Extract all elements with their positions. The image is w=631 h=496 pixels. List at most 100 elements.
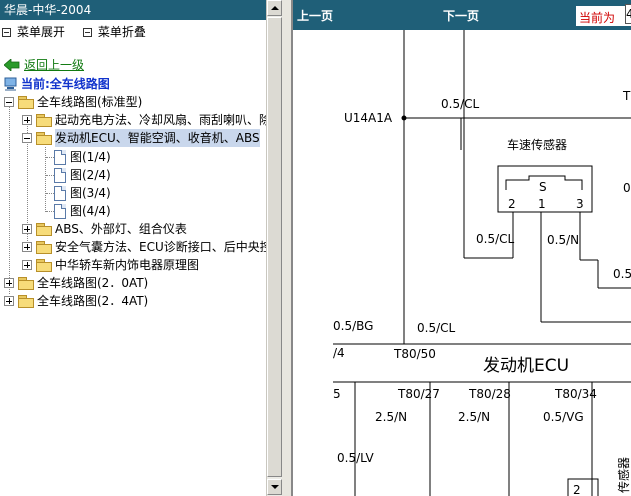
expand-toggle-icon[interactable]: [22, 224, 32, 234]
menu-toolbar: 菜单展开 菜单折叠: [2, 24, 160, 40]
folder-icon: [36, 259, 52, 272]
expand-toggle-icon[interactable]: [4, 278, 14, 288]
wire-label: 0.5/CL: [476, 232, 515, 246]
tree-leaf-label: 图(2/4): [70, 168, 111, 182]
tree-connector: [46, 211, 54, 212]
tree-leaf-page3[interactable]: 图(3/4): [54, 184, 111, 202]
back-link[interactable]: 返回上一级: [24, 57, 84, 73]
arrow-down-icon: [271, 485, 279, 489]
sensor-label: 传感器: [616, 457, 631, 493]
document-icon: [54, 167, 66, 183]
tree-node-20at[interactable]: 全车线路图(2．0AT): [4, 274, 148, 292]
tree-leaf-label: 图(3/4): [70, 186, 111, 200]
tree-leaf-label: 图(1/4): [70, 150, 111, 164]
folder-icon: [36, 241, 52, 254]
pin-label: 2: [508, 197, 516, 211]
folder-icon: [36, 223, 52, 236]
scroll-up-button[interactable]: [267, 0, 282, 16]
next-page-button[interactable]: 下一页: [443, 7, 479, 24]
folder-open-icon: [36, 132, 52, 145]
expand-toggle-icon[interactable]: [4, 296, 14, 306]
wire-label: T: [622, 89, 631, 103]
diagram-viewer: 上一页 下一页 当前为 4 U14A1A 0.5/CL 车速传感器 S 2 1 …: [293, 0, 631, 496]
tree-node-label: 全车线路图(2．0AT): [37, 276, 149, 290]
back-arrow-icon: [4, 59, 20, 71]
wire-label: U14A1A: [344, 111, 393, 125]
tree-node-engine-ecu[interactable]: 发动机ECU、智能空调、收音机、ABS: [22, 129, 260, 147]
folder-icon: [18, 277, 34, 290]
tree-node-airbag[interactable]: 安全气囊方法、ECU诊断接口、后中央控: [22, 238, 266, 256]
tree-node-label: 发动机ECU、智能空调、收音机、ABS: [55, 129, 260, 147]
wire-label: 0: [623, 181, 631, 195]
expand-toggle-icon[interactable]: [22, 115, 32, 125]
tree-node-24at[interactable]: 全车线路图(2．4AT): [4, 292, 148, 310]
back-link-row[interactable]: 返回上一级: [4, 57, 84, 73]
collapse-square-icon: [2, 27, 11, 37]
vertical-scrollbar[interactable]: [266, 0, 282, 496]
sensor-pin-label: S: [539, 180, 547, 194]
tree-connector: [46, 193, 54, 194]
tree-leaf-page4[interactable]: 图(4/4): [54, 202, 111, 220]
pin-label: 3: [576, 197, 584, 211]
scroll-down-button[interactable]: [267, 479, 282, 495]
tree-leaf-page2[interactable]: 图(2/4): [54, 166, 111, 184]
scrollbar-thumb[interactable]: [267, 17, 282, 477]
wire-label: 0.5: [613, 267, 631, 281]
navigation-panel: 华晨-中华-2004 菜单展开 菜单折叠 返回上一级 当前:全车线路图 全车线路…: [0, 0, 266, 496]
pin-label: T80/34: [554, 387, 597, 401]
document-icon: [54, 149, 66, 165]
expand-menu-button[interactable]: 菜单展开: [2, 24, 65, 40]
panel-title: 华晨-中华-2004: [0, 0, 266, 20]
wire-label: 2.5/N: [375, 410, 407, 424]
tree-node-abs[interactable]: ABS、外部灯、组合仪表: [22, 220, 187, 238]
wiring-diagram: U14A1A 0.5/CL 车速传感器 S 2 1 3 0.5/CL 0.5/N…: [333, 30, 631, 496]
tree-node-label: 起动充电方法、冷却风扇、雨刮喇叭、除: [55, 113, 266, 127]
tree-node-label: 全车线路图(2．4AT): [37, 294, 149, 308]
tree-connector: [9, 106, 10, 294]
wire-label: 0.5/BG: [333, 319, 373, 333]
current-location: 当前:全车线路图: [4, 76, 110, 92]
wire-label: 0.5/CL: [441, 97, 480, 111]
wire-label: 0.5/VG: [543, 410, 584, 424]
tree-node-starting[interactable]: 起动充电方法、冷却风扇、雨刮喇叭、除: [22, 111, 266, 129]
tree-leaf-page1[interactable]: 图(1/4): [54, 148, 111, 166]
collapse-toggle-icon[interactable]: [22, 133, 32, 143]
document-icon: [54, 185, 66, 201]
tree-node-interior[interactable]: 中华轿车新内饰电器原理图: [22, 256, 199, 274]
current-location-label: 当前:全车线路图: [21, 77, 110, 91]
collapse-square-icon: [82, 27, 92, 37]
collapse-menu-button[interactable]: 菜单折叠: [82, 24, 146, 40]
expand-toggle-icon[interactable]: [22, 260, 32, 270]
wire-label: 0.5/CL: [417, 321, 456, 335]
pin-label: T80/28: [468, 387, 511, 401]
folder-icon: [36, 114, 52, 127]
folder-open-icon: [18, 96, 34, 109]
ecu-label: 发动机ECU: [483, 356, 569, 376]
tree-connector: [46, 175, 54, 176]
collapse-menu-label: 菜单折叠: [97, 25, 146, 39]
pin-label: 1: [538, 197, 546, 211]
tree-node-standard[interactable]: 全车线路图(标准型): [4, 93, 142, 111]
page-number-input[interactable]: 4: [625, 4, 631, 24]
current-page-label: 当前为: [579, 11, 616, 25]
expand-menu-label: 菜单展开: [17, 25, 66, 39]
tree-node-label: 中华轿车新内饰电器原理图: [55, 258, 200, 272]
pin-label: 2: [573, 483, 581, 496]
prev-page-button[interactable]: 上一页: [297, 7, 333, 24]
frame-splitter[interactable]: [282, 0, 291, 496]
document-icon: [54, 203, 66, 219]
tree-node-label: 全车线路图(标准型): [37, 95, 143, 109]
tree-connector: [46, 157, 54, 158]
pin-label: T80/50: [393, 347, 436, 361]
tree-node-label: ABS、外部灯、组合仪表: [55, 222, 187, 236]
tree-leaf-label: 图(4/4): [70, 204, 111, 218]
pin-label: T80/27: [397, 387, 440, 401]
pin-label: 5: [333, 387, 341, 401]
computer-icon: [4, 77, 17, 91]
current-page-box: 当前为: [576, 6, 631, 26]
page-toolbar: 上一页 下一页 当前为 4: [293, 0, 631, 30]
collapse-toggle-icon[interactable]: [4, 97, 14, 107]
sensor-label: 车速传感器: [507, 137, 567, 152]
wire-label: 0.5/N: [547, 233, 579, 247]
expand-toggle-icon[interactable]: [22, 242, 32, 252]
